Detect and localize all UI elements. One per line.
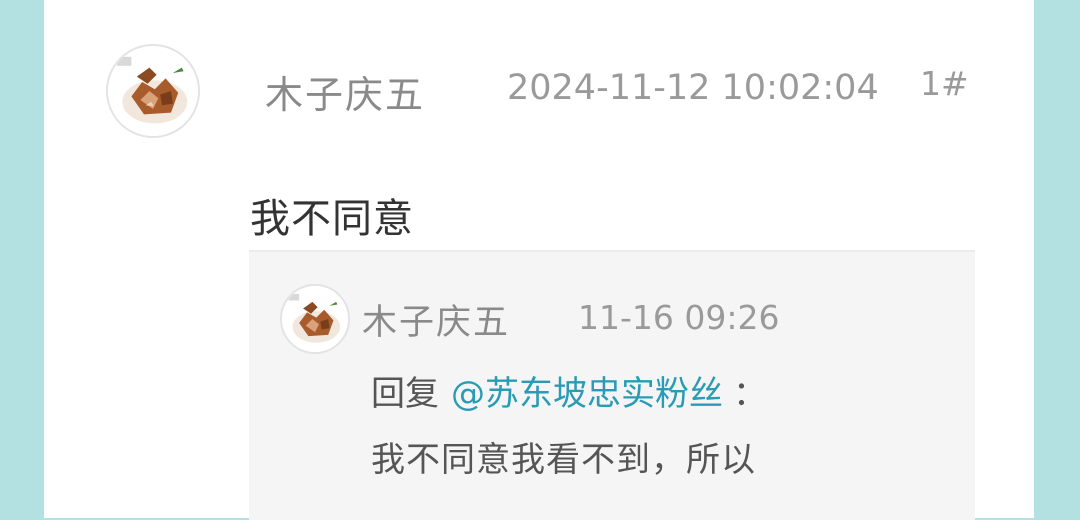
mention-link[interactable]: @苏东坡忠实粉丝	[451, 374, 723, 414]
food-dish-avatar-icon	[282, 286, 348, 352]
comment-text: 我不同意	[250, 196, 414, 242]
reply-colon: ：	[733, 374, 767, 414]
reply-header-line: 回复 @苏东坡忠实粉丝：	[371, 366, 767, 415]
reply-author[interactable]: 木子庆五	[362, 294, 510, 345]
reply-prefix: 回复	[371, 374, 439, 414]
comment-timestamp: 2024-11-12 10:02:04	[507, 68, 879, 108]
floor-number: 1#	[920, 64, 969, 103]
reply-text: 我不同意我看不到，所以	[371, 440, 756, 480]
reply-avatar[interactable]	[280, 284, 350, 354]
comment-author[interactable]: 木子庆五	[265, 64, 425, 119]
reply-timestamp: 11-16 09:26	[578, 298, 780, 337]
avatar[interactable]	[106, 44, 200, 138]
food-dish-avatar-icon	[108, 46, 198, 136]
